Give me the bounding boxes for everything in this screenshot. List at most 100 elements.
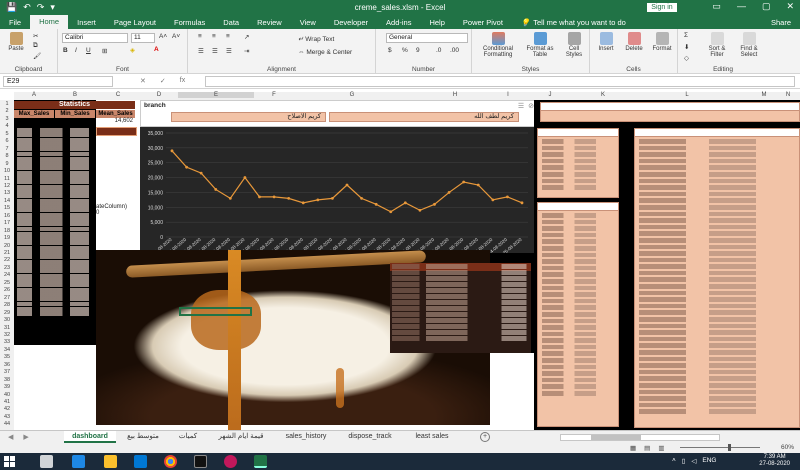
slicer-item[interactable] xyxy=(639,139,795,144)
slicer-item[interactable] xyxy=(639,409,795,414)
row-header-33[interactable]: 33 xyxy=(0,339,14,345)
format-as-table-button[interactable]: Format as Table xyxy=(522,32,558,58)
align-bottom-icon[interactable]: ≡ xyxy=(226,33,230,40)
slicer-item[interactable] xyxy=(639,171,795,177)
slicer-item[interactable] xyxy=(542,219,614,225)
volume-icon[interactable]: ◁ xyxy=(691,457,696,465)
row-header-14[interactable]: 14 xyxy=(0,198,14,204)
maximize-icon[interactable]: ▢ xyxy=(762,1,771,12)
row-header-44[interactable]: 44 xyxy=(0,421,14,427)
sheet-tab-dispose-track[interactable]: dispose_track xyxy=(338,431,402,443)
zoom-slider-thumb[interactable] xyxy=(728,444,731,451)
task-view-icon[interactable] xyxy=(40,455,53,468)
row-header-31[interactable]: 31 xyxy=(0,325,14,331)
slicer-item[interactable] xyxy=(639,178,795,184)
slicer-item[interactable] xyxy=(639,290,795,296)
row-header-27[interactable]: 27 xyxy=(0,295,14,301)
row-header-25[interactable]: 25 xyxy=(0,280,14,286)
page-layout-view-icon[interactable]: ▤ xyxy=(644,444,650,452)
category-slicer[interactable] xyxy=(537,202,619,427)
sheet-tab-sales-history[interactable]: sales_history xyxy=(276,431,336,443)
tab-add-ins[interactable]: Add-ins xyxy=(377,16,420,29)
slicer-item[interactable] xyxy=(639,204,795,210)
font-name-combo[interactable]: Calibri xyxy=(62,33,128,43)
currency-icon[interactable]: $ xyxy=(388,47,392,54)
slicer-item[interactable] xyxy=(542,351,614,357)
column-header-h[interactable]: H xyxy=(410,92,500,98)
slicer-item[interactable] xyxy=(542,298,614,304)
slicer-item[interactable] xyxy=(639,376,795,381)
undo-icon[interactable]: ↶ xyxy=(23,2,31,13)
row-header-22[interactable]: 22 xyxy=(0,257,14,263)
column-header-g[interactable]: G xyxy=(294,92,410,98)
comma-icon[interactable]: 9 xyxy=(416,47,420,54)
slicer-item[interactable] xyxy=(542,377,614,383)
font-size-combo[interactable]: 11 xyxy=(131,33,155,43)
slicer-item[interactable] xyxy=(639,310,795,316)
row-header-35[interactable]: 35 xyxy=(0,354,14,360)
clear-icon[interactable]: ◇ xyxy=(684,54,689,62)
sheet-tab-least-sales[interactable]: least sales xyxy=(404,431,460,443)
slicer-item[interactable] xyxy=(639,389,795,395)
tab-review[interactable]: Review xyxy=(248,16,291,29)
column-header-e[interactable]: E xyxy=(178,92,254,98)
sheet-tab-avg-sale[interactable]: متوسط بيع xyxy=(118,431,168,443)
align-left-icon[interactable]: ☰ xyxy=(198,47,204,55)
slicer-item[interactable] xyxy=(542,239,614,244)
language-indicator[interactable]: ENG xyxy=(702,457,716,465)
outlook-icon[interactable] xyxy=(134,455,147,468)
slicer-item[interactable] xyxy=(542,185,614,190)
row-header-19[interactable]: 19 xyxy=(0,235,14,241)
zoom-level[interactable]: 60% xyxy=(781,444,794,451)
network-icon[interactable]: ▯ xyxy=(682,457,686,465)
slicer-item[interactable] xyxy=(542,158,614,164)
slicer-item[interactable] xyxy=(639,363,795,368)
top-right-slicer[interactable] xyxy=(540,102,800,122)
column-header-c[interactable]: C xyxy=(96,92,140,98)
row-header-20[interactable]: 20 xyxy=(0,243,14,249)
bold-icon[interactable]: B xyxy=(63,47,68,54)
slicer-item[interactable] xyxy=(542,285,614,291)
format-cells-button[interactable]: Format xyxy=(650,32,674,52)
slicer-item[interactable] xyxy=(542,152,614,157)
slicer-item[interactable] xyxy=(542,252,614,258)
align-center-icon[interactable]: ☰ xyxy=(212,47,218,55)
slicer-item[interactable] xyxy=(639,323,795,329)
slicer-item[interactable] xyxy=(639,251,795,256)
row-header-17[interactable]: 17 xyxy=(0,220,14,226)
slicer-item[interactable] xyxy=(639,152,795,157)
slicer-item[interactable] xyxy=(639,165,795,170)
row-header-26[interactable]: 26 xyxy=(0,287,14,293)
row-header-37[interactable]: 37 xyxy=(0,369,14,375)
slicer-item[interactable] xyxy=(542,165,614,170)
add-sheet-button[interactable]: + xyxy=(480,432,490,442)
orientation-icon[interactable]: ↗ xyxy=(244,33,249,41)
tab-insert[interactable]: Insert xyxy=(68,16,105,29)
slicer-item[interactable] xyxy=(542,259,614,264)
scrollbar-thumb[interactable] xyxy=(591,435,641,440)
column-header-b[interactable]: B xyxy=(54,92,96,98)
customize-qat-icon[interactable]: ▾ xyxy=(50,2,55,13)
multi-select-icon[interactable]: ☰ xyxy=(518,102,524,110)
close-icon[interactable]: ✕ xyxy=(786,1,794,12)
row-header-12[interactable]: 12 xyxy=(0,183,14,189)
row-header-36[interactable]: 36 xyxy=(0,362,14,368)
formula-input[interactable] xyxy=(205,76,795,87)
row-header-38[interactable]: 38 xyxy=(0,377,14,383)
slicer-item[interactable] xyxy=(542,358,614,363)
page-break-view-icon[interactable]: ▥ xyxy=(658,444,664,452)
slicer-item[interactable] xyxy=(542,178,614,184)
row-header-8[interactable]: 8 xyxy=(0,153,14,159)
save-icon[interactable]: 💾 xyxy=(6,2,17,13)
slicer-item[interactable] xyxy=(542,171,614,177)
branch-option-islah[interactable]: كريم الاصلاح xyxy=(171,112,326,122)
slicer-item[interactable] xyxy=(639,211,795,217)
terminal-icon[interactable] xyxy=(194,455,207,468)
slicer-item[interactable] xyxy=(639,237,795,243)
row-header-4[interactable]: 4 xyxy=(0,123,14,129)
redo-icon[interactable]: ↷ xyxy=(37,2,45,13)
zoom-slider[interactable] xyxy=(680,444,760,451)
slicer-item[interactable] xyxy=(639,382,795,388)
row-header-11[interactable]: 11 xyxy=(0,176,14,182)
slicer-item[interactable] xyxy=(542,145,614,151)
